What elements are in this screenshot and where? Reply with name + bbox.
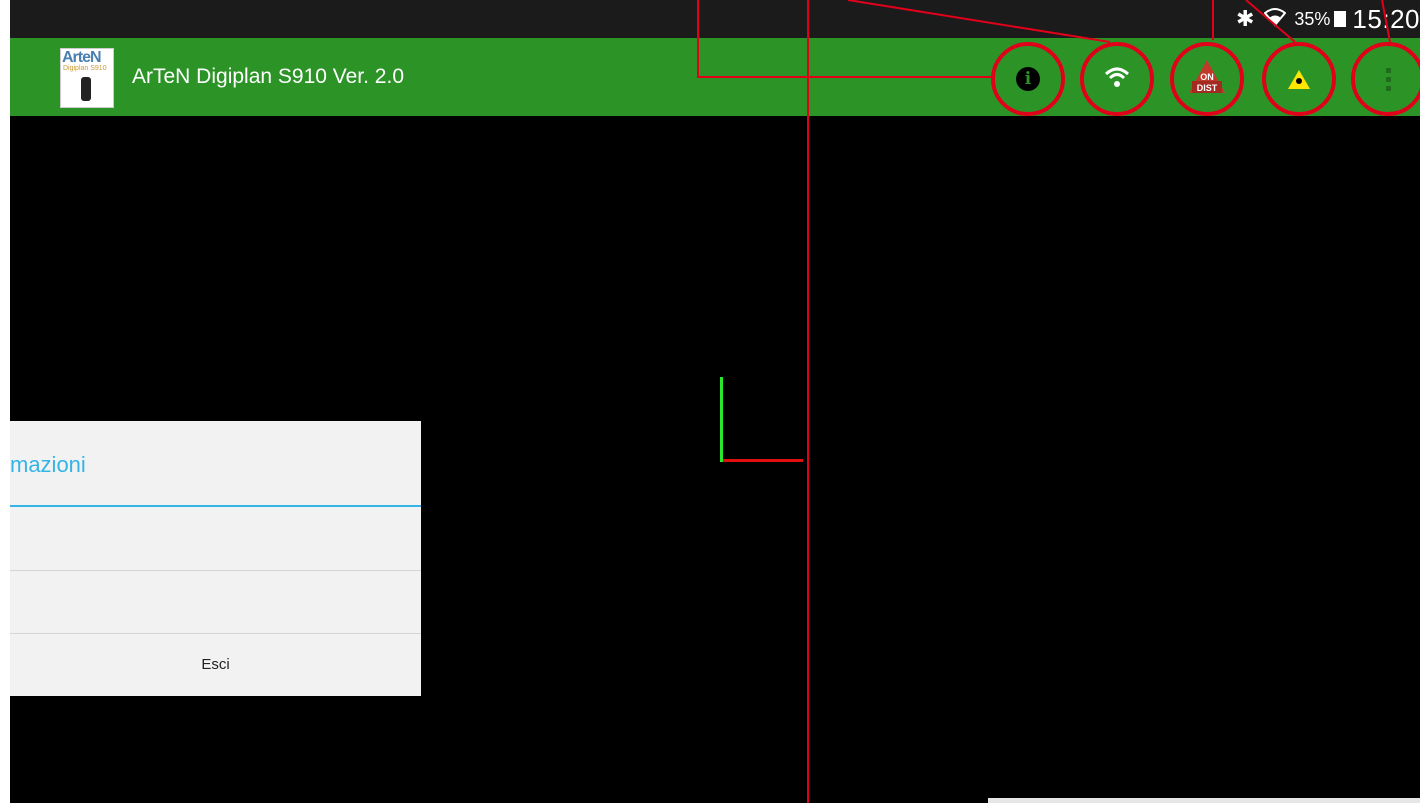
exit-button[interactable]: Esci [10, 633, 421, 696]
annotation-line-vertical [807, 0, 809, 803]
annotation-diagonals [847, 0, 1391, 43]
x-axis-marker [723, 459, 803, 462]
y-axis-marker [720, 377, 723, 462]
device-screen: ✱ 35% 15:20 ArteN Digiplan S910 ArTeN Di… [10, 0, 1420, 803]
info-dialog: mazioni Esci [10, 421, 421, 696]
dialog-list-item[interactable] [10, 570, 421, 634]
dialog-list-item[interactable] [10, 507, 421, 571]
dialog-title: mazioni [10, 452, 86, 477]
bottom-strip [988, 798, 1420, 803]
